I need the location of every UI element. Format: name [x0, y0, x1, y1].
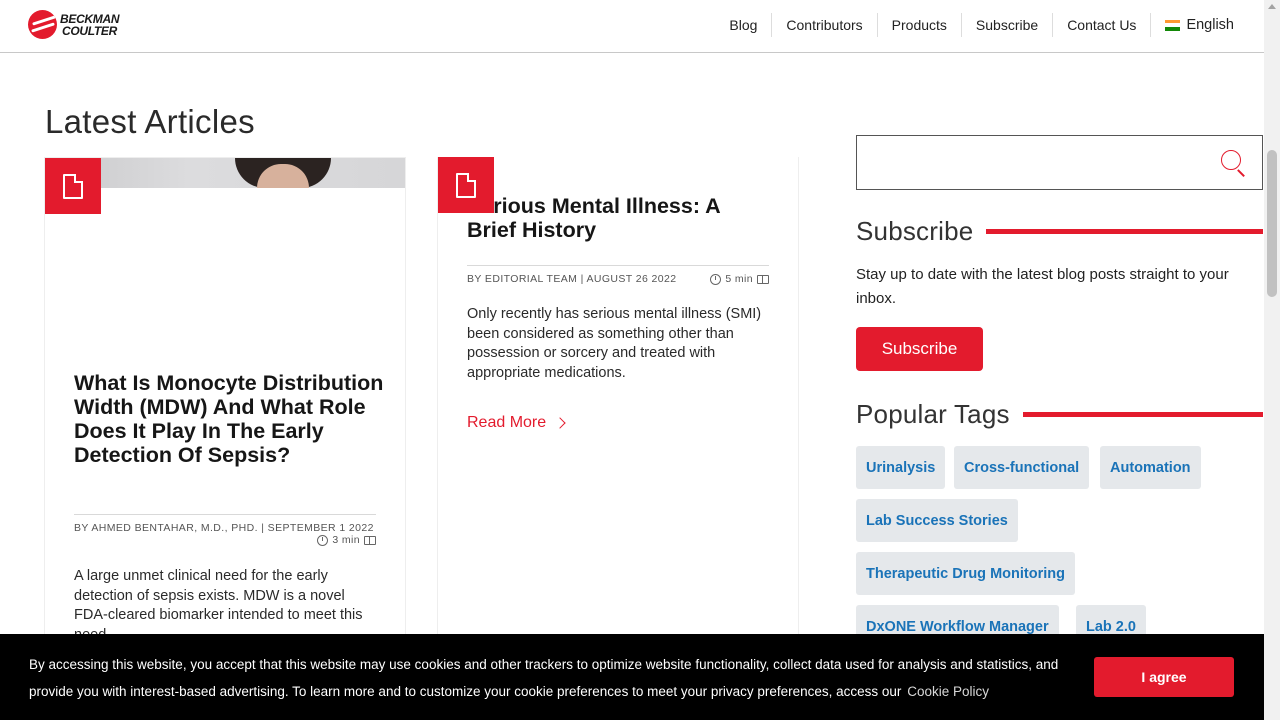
scrollbar-thumb[interactable] — [1267, 150, 1277, 297]
nav-products[interactable]: Products — [876, 13, 961, 37]
nav-blog[interactable]: Blog — [715, 13, 771, 37]
main-nav: Blog Contributors Products Subscribe Con… — [715, 13, 1248, 37]
cookie-message-text: By accessing this website, you accept th… — [29, 657, 1059, 699]
search-icon[interactable] — [1221, 150, 1247, 177]
page: BECKMAN COULTER Blog Contributors Produc… — [0, 0, 1280, 720]
logo-mark-icon — [28, 10, 57, 39]
tag-therapeutic-drug-monitoring[interactable]: Therapeutic Drug Monitoring — [856, 552, 1075, 595]
nav-subscribe[interactable]: Subscribe — [960, 13, 1052, 37]
popular-tags-heading: Popular Tags — [856, 399, 1263, 430]
article-excerpt: Only recently has serious mental illness… — [467, 306, 762, 381]
logo-line-2: COULTER — [62, 23, 118, 38]
document-badge — [438, 157, 494, 213]
document-icon — [63, 173, 83, 199]
article-card[interactable]: What Is Monocyte Distribution Width (MDW… — [44, 157, 406, 677]
heading-divider — [1022, 412, 1263, 417]
site-header: BECKMAN COULTER Blog Contributors Produc… — [0, 0, 1264, 53]
subscribe-button[interactable]: Subscribe — [856, 327, 983, 371]
clock-icon — [710, 273, 722, 285]
book-icon — [757, 274, 769, 284]
beckman-coulter-logo[interactable]: BECKMAN COULTER — [28, 10, 120, 39]
article-title[interactable]: Serious Mental Illness: A Brief History — [467, 194, 767, 242]
section-title: Latest Articles — [45, 103, 255, 140]
article-meta: BY AHMED BENTAHAR, M.D., PHD. | SEPTEMBE… — [74, 514, 376, 546]
cookie-message: By accessing this website, you accept th… — [29, 651, 1089, 705]
article-byline: BY EDITORIAL TEAM | AUGUST 26 2022 — [467, 273, 677, 285]
nav-contributors[interactable]: Contributors — [771, 13, 876, 37]
tag-automation[interactable]: Automation — [1100, 446, 1201, 489]
read-time-value: 5 min — [725, 273, 753, 285]
language-label: English — [1186, 17, 1234, 33]
agree-button[interactable]: I agree — [1094, 657, 1234, 697]
tag-urinalysis[interactable]: Urinalysis — [856, 446, 946, 489]
tag-lab-success-stories[interactable]: Lab Success Stories — [856, 499, 1018, 542]
heading-divider — [986, 229, 1263, 234]
read-time: 3 min — [317, 534, 376, 546]
cookie-banner: By accessing this website, you accept th… — [0, 634, 1264, 720]
book-icon — [364, 535, 376, 545]
search-box — [856, 135, 1263, 190]
subscribe-heading: Subscribe — [856, 216, 1263, 247]
subscribe-heading-text: Subscribe — [856, 216, 974, 246]
article-byline: BY AHMED BENTAHAR, M.D., PHD. | SEPTEMBE… — [74, 522, 374, 534]
india-flag-icon — [1165, 19, 1181, 31]
read-time: 5 min — [710, 273, 769, 285]
subscribe-description: Stay up to date with the latest blog pos… — [856, 266, 1229, 307]
tag-cross-functional[interactable]: Cross-functional — [954, 446, 1090, 489]
popular-tags-heading-text: Popular Tags — [856, 399, 1010, 429]
clock-icon — [317, 534, 329, 546]
article-meta: BY EDITORIAL TEAM | AUGUST 26 2022 5 min — [467, 265, 769, 285]
cookie-policy-link[interactable]: Cookie Policy — [907, 684, 989, 699]
language-selector[interactable]: English — [1150, 13, 1248, 37]
search-input[interactable] — [865, 144, 1205, 182]
read-more-label: Read More — [467, 414, 547, 431]
article-card[interactable]: Serious Mental Illness: A Brief History … — [437, 157, 799, 677]
read-time-value: 3 min — [332, 534, 360, 546]
chevron-right-icon — [554, 417, 566, 429]
page-scrollbar[interactable] — [1264, 0, 1280, 720]
read-more-link[interactable]: Read More — [467, 414, 566, 432]
document-icon — [456, 172, 476, 198]
document-badge — [45, 158, 101, 214]
logo-wordmark: BECKMAN COULTER — [60, 13, 120, 38]
article-title[interactable]: What Is Monocyte Distribution Width (MDW… — [74, 371, 384, 467]
scroll-up-arrow-icon[interactable] — [1268, 4, 1276, 9]
nav-contact-us[interactable]: Contact Us — [1052, 13, 1150, 37]
